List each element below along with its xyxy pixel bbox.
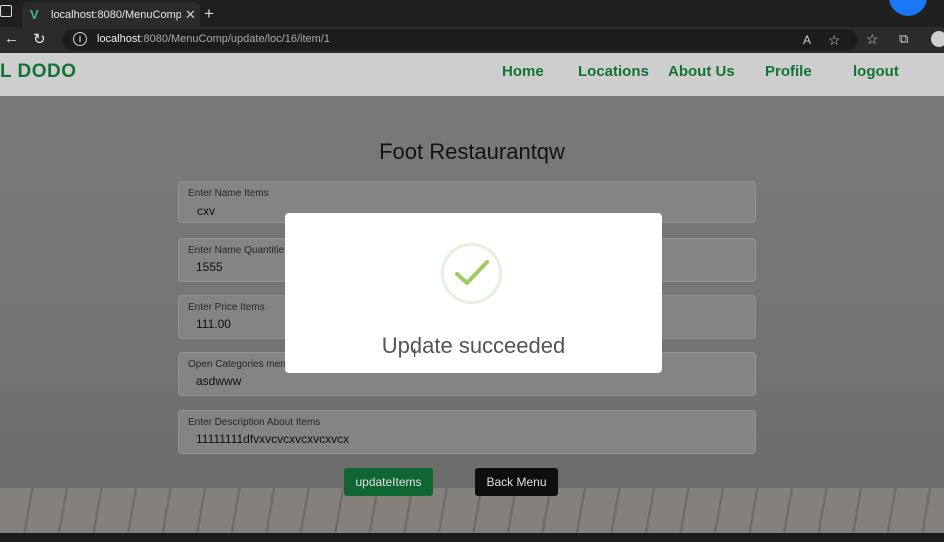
tab-title: localhost:8080/MenuComp/upda: [51, 8, 181, 21]
browser-tab[interactable]: V localhost:8080/MenuComp/upda ✕: [22, 2, 200, 27]
favorites-icon[interactable]: ☆: [866, 31, 879, 48]
modal-message: Update succeeded: [381, 333, 566, 358]
read-aloud-icon[interactable]: A: [803, 33, 811, 47]
profile-avatar[interactable]: [931, 31, 944, 47]
browser-tab-bar: V localhost:8080/MenuComp/upda ✕ +: [0, 0, 944, 27]
browser-toolbar: ← ↻ i localhost:8080/MenuComp/update/loc…: [0, 27, 944, 53]
text-cursor-icon: I: [413, 346, 417, 360]
info-icon[interactable]: i: [73, 32, 87, 46]
close-tab-icon[interactable]: ✕: [185, 7, 196, 23]
favorite-star-icon[interactable]: ☆: [828, 32, 841, 49]
success-check-icon: [441, 243, 502, 304]
address-bar[interactable]: i localhost:8080/MenuComp/update/loc/16/…: [62, 29, 858, 51]
back-arrow-icon[interactable]: ←: [4, 30, 19, 47]
reload-icon[interactable]: ↻: [33, 30, 46, 48]
vue-favicon-icon: V: [30, 6, 39, 22]
success-modal: Update succeeded: [285, 213, 662, 373]
window-icon[interactable]: [0, 5, 12, 17]
taskbar: [0, 533, 944, 542]
collections-icon[interactable]: ⧉: [899, 31, 908, 47]
url-text: localhost:8080/MenuComp/update/loc/16/it…: [97, 33, 330, 45]
facebook-icon[interactable]: [889, 0, 927, 16]
new-tab-icon[interactable]: +: [204, 4, 214, 24]
